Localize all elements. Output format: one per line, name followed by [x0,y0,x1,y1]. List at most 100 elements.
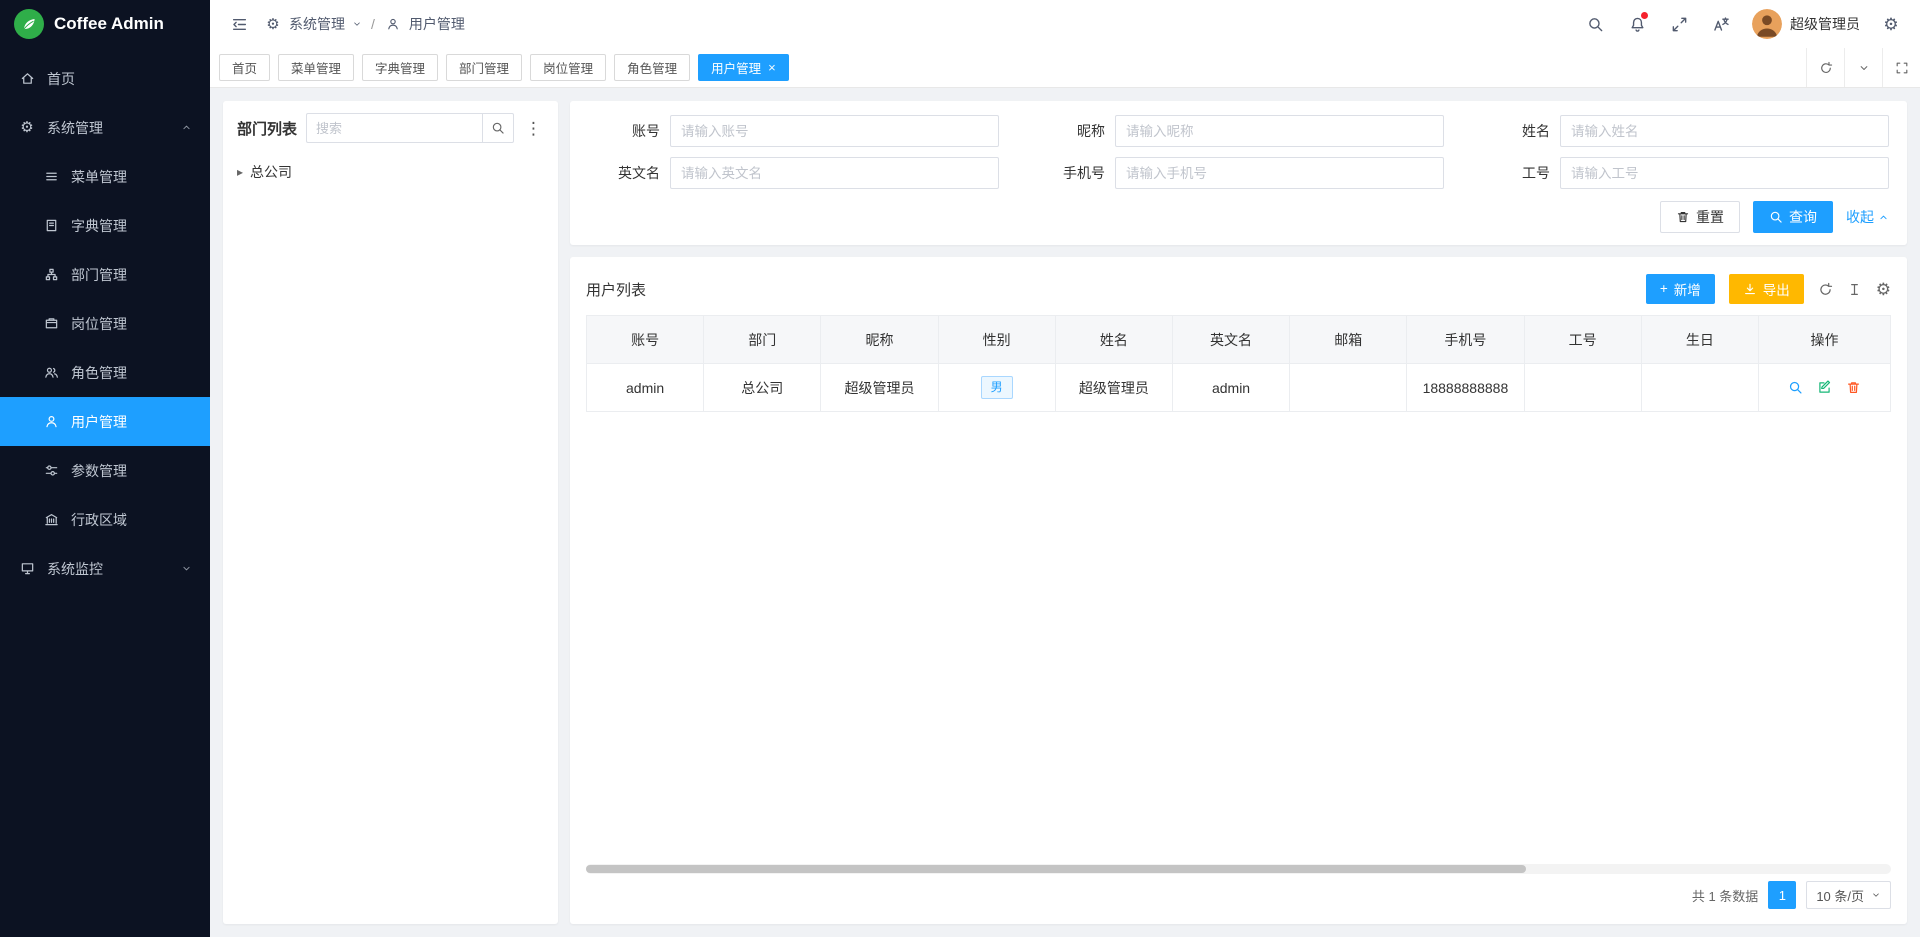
monitor-icon [18,561,36,576]
gender-tag: 男 [981,376,1013,398]
chevron-down-icon [1871,890,1881,900]
tab-menu-mgmt[interactable]: 菜单管理 [278,54,354,81]
sidebar-item-label: 用户管理 [71,412,127,432]
account-input[interactable] [670,115,999,147]
tab-dict-mgmt[interactable]: 字典管理 [362,54,438,81]
dept-search-input[interactable] [306,113,482,143]
cell-email [1290,364,1407,412]
tree-node-label: 总公司 [250,162,292,182]
plus-icon: + [1660,282,1668,296]
sidebar-item-home[interactable]: 首页 [0,54,210,103]
page-number[interactable]: 1 [1768,881,1796,909]
column-header-en-name: 英文名 [1172,316,1289,364]
content-fullscreen-icon[interactable] [1882,48,1920,87]
sidebar-group-label: 系统监控 [47,559,103,579]
close-icon[interactable]: × [768,60,776,75]
page-content: 部门列表 ⋮ ▸ 总公司 [210,88,1920,937]
add-user-button[interactable]: + 新增 [1646,274,1715,304]
sidebar-item-post-mgmt[interactable]: 岗位管理 [0,299,210,348]
sidebar-item-menu-mgmt[interactable]: 菜单管理 [0,152,210,201]
table-area: 账号 部门 昵称 性别 姓名 英文名 邮箱 手机号 工号 生日 [586,315,1891,916]
chevron-up-icon [181,122,192,133]
table-empty-space [586,412,1891,864]
horizontal-scrollbar [586,864,1891,874]
fullscreen-icon[interactable] [1668,13,1690,35]
name-input[interactable] [1560,115,1889,147]
page-size-select[interactable]: 10 条/页 [1806,881,1891,909]
sidebar-item-param-mgmt[interactable]: 参数管理 [0,446,210,495]
logo[interactable]: Coffee Admin [0,0,210,48]
cell-birthday [1641,364,1758,412]
user-table: 账号 部门 昵称 性别 姓名 英文名 邮箱 手机号 工号 生日 [586,315,1891,412]
field-label: 账号 [588,121,660,141]
table-settings-gear-icon[interactable]: ⚙ [1876,281,1891,298]
column-settings-icon[interactable] [1847,282,1862,297]
download-icon [1743,282,1757,296]
sidebar-group-monitor[interactable]: 系统监控 [0,544,210,593]
tab-post-mgmt[interactable]: 岗位管理 [530,54,606,81]
refresh-icon[interactable] [1806,48,1844,87]
more-options-icon[interactable]: ⋮ [523,120,544,137]
phone-input[interactable] [1115,157,1444,189]
column-header-actions: 操作 [1759,316,1891,364]
search-icon[interactable] [1584,13,1606,35]
sidebar-item-region-mgmt[interactable]: 行政区域 [0,495,210,544]
avatar [1752,9,1782,39]
cell-en-name: admin [1172,364,1289,412]
collapse-toggle[interactable]: 收起 [1846,207,1889,227]
scrollbar-thumb[interactable] [586,865,1526,873]
column-header-birthday: 生日 [1641,316,1758,364]
app-root: Coffee Admin 首页 ⚙ 系统管理 [0,0,1920,937]
tab-role-mgmt[interactable]: 角色管理 [614,54,690,81]
refresh-icon[interactable] [1818,282,1833,297]
chevron-down-icon[interactable] [352,19,362,29]
delete-user-icon[interactable] [1846,380,1861,395]
form-item-work-no: 工号 [1478,157,1889,189]
right-column: 账号 昵称 姓名 英文名 [570,101,1907,924]
cell-gender: 男 [938,364,1055,412]
tab-dept-mgmt[interactable]: 部门管理 [446,54,522,81]
sidebar-item-dict-mgmt[interactable]: 字典管理 [0,201,210,250]
chevron-down-icon[interactable] [1844,48,1882,87]
tree-node-root[interactable]: ▸ 总公司 [237,157,544,187]
query-button[interactable]: 查询 [1753,201,1833,233]
sidebar-item-label: 角色管理 [71,363,127,383]
column-header-dept: 部门 [704,316,821,364]
sidebar-item-label: 行政区域 [71,510,127,530]
sidebar-group-system[interactable]: ⚙ 系统管理 [0,103,210,152]
search-icon[interactable] [482,113,514,143]
tab-home[interactable]: 首页 [219,54,270,81]
sidebar-item-label: 菜单管理 [71,167,127,187]
column-header-name: 姓名 [1055,316,1172,364]
search-form-card: 账号 昵称 姓名 英文名 [570,101,1907,245]
dept-panel-header: 部门列表 ⋮ [237,113,544,143]
dept-tree: ▸ 总公司 [237,157,544,187]
translate-icon[interactable] [1710,13,1732,35]
sidebar-item-dept-mgmt[interactable]: 部门管理 [0,250,210,299]
breadcrumb-section[interactable]: 系统管理 [289,14,345,34]
tab-user-mgmt[interactable]: 用户管理 × [698,54,789,81]
reset-button[interactable]: 重置 [1660,201,1740,233]
export-button[interactable]: 导出 [1729,274,1804,304]
en-name-input[interactable] [670,157,999,189]
notification-badge [1641,12,1648,19]
sidebar-item-user-mgmt[interactable]: 用户管理 [0,397,210,446]
sidebar-collapse-icon[interactable] [228,13,250,35]
view-user-icon[interactable] [1788,380,1803,395]
settings-gear-icon[interactable]: ⚙ [1880,13,1902,35]
open-tabs: 首页 菜单管理 字典管理 部门管理 岗位管理 角色管理 用户管理 × [219,48,1806,87]
edit-user-icon[interactable] [1817,380,1832,395]
table-row[interactable]: admin 总公司 超级管理员 男 超级管理员 admin 188 [587,364,1891,412]
search-actions: 重置 查询 收起 [588,201,1889,233]
gear-icon: ⚙ [264,17,282,32]
caret-right-icon[interactable]: ▸ [237,166,243,178]
column-header-account: 账号 [587,316,704,364]
nickname-input[interactable] [1115,115,1444,147]
notifications-bell-icon[interactable] [1626,13,1648,35]
work-no-input[interactable] [1560,157,1889,189]
user-menu[interactable]: 超级管理员 [1752,9,1860,39]
cell-phone: 18888888888 [1407,364,1524,412]
sidebar-item-role-mgmt[interactable]: 角色管理 [0,348,210,397]
sidebar-group-label: 系统管理 [47,118,103,138]
current-user-name: 超级管理员 [1790,14,1860,34]
